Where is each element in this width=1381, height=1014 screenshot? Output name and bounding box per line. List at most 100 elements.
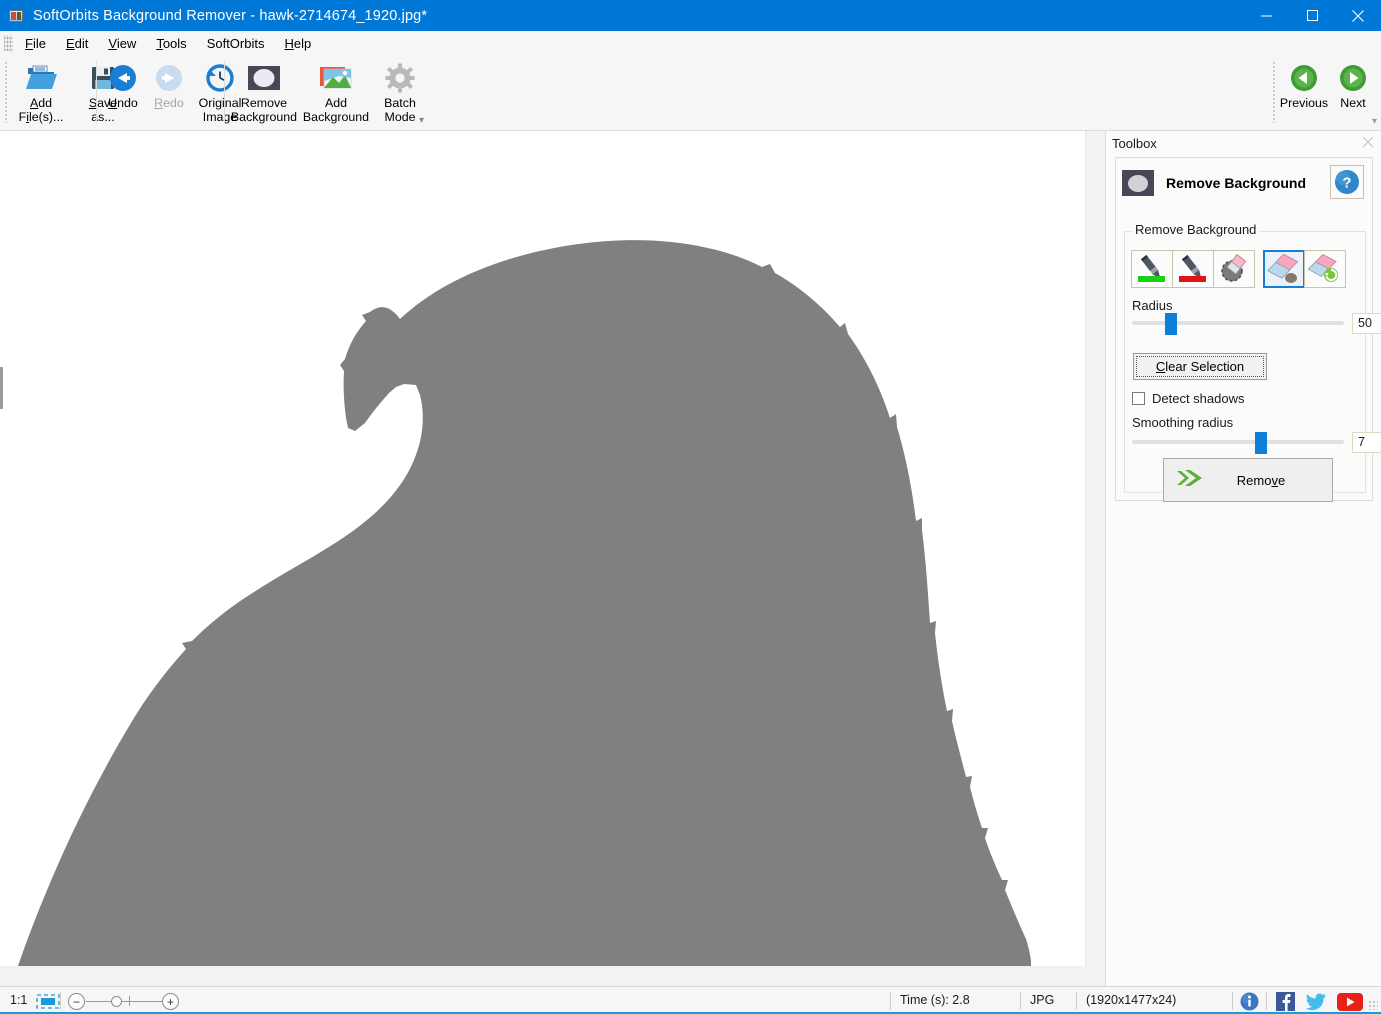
detect-shadows-checkbox[interactable] — [1132, 392, 1145, 405]
menu-item-tools[interactable]: Tools — [146, 33, 196, 54]
toolbar-drag-grip[interactable] — [4, 61, 9, 123]
undo-label: Undo — [108, 96, 138, 110]
menu-item-edit[interactable]: Edit — [56, 33, 98, 54]
window-resize-grip[interactable] — [1368, 1000, 1378, 1010]
twitter-icon[interactable] — [1305, 992, 1327, 1011]
youtube-icon[interactable] — [1337, 993, 1363, 1011]
remove-background-button[interactable]: Remove Background — [228, 57, 300, 129]
eraser-circle-icon — [1221, 254, 1247, 282]
zoom-in-button[interactable]: + — [162, 993, 179, 1010]
zoom-slider-control[interactable]: − + — [66, 991, 181, 1013]
detect-shadows-checkbox-row[interactable]: Detect shadows — [1132, 391, 1245, 406]
open-folder-icon — [25, 61, 57, 95]
smoothing-radius-slider-track[interactable] — [1132, 440, 1344, 444]
smoothing-radius-slider-thumb[interactable] — [1255, 432, 1267, 454]
smoothing-radius-label: Smoothing radius — [1132, 415, 1234, 430]
zoom-out-button[interactable]: − — [68, 993, 85, 1010]
tool-title: Remove Background — [1166, 175, 1307, 191]
remove-button-label: Remove — [1236, 472, 1286, 488]
toolbox-close-icon[interactable] — [1361, 135, 1375, 149]
smoothing-radius-value-field[interactable]: 7 — [1352, 432, 1381, 453]
detect-shadows-label: Detect shadows — [1152, 391, 1245, 406]
help-button[interactable]: ? — [1330, 165, 1364, 199]
canvas-gutter-bottom — [0, 966, 1105, 986]
menu-item-view-label: iew — [116, 35, 137, 51]
remove-background-icon — [247, 61, 281, 95]
fit-to-window-icon[interactable] — [36, 994, 60, 1009]
facebook-icon[interactable] — [1276, 992, 1295, 1011]
menu-drag-grip[interactable] — [4, 35, 13, 51]
remove-background-icon — [1122, 170, 1154, 196]
zoom-ratio-label: 1:1 — [10, 993, 28, 1007]
maximize-button[interactable] — [1289, 0, 1335, 31]
red-marker-icon — [1179, 254, 1206, 282]
radius-slider-thumb[interactable] — [1165, 313, 1177, 335]
toolbox-header: Toolbox — [1106, 131, 1381, 155]
menu-item-file-label: ile — [32, 35, 46, 51]
tool-buttons-row — [1131, 250, 1346, 288]
green-double-arrow-icon — [1176, 467, 1206, 494]
magic-eraser-tool-button[interactable] — [1263, 250, 1305, 288]
help-icon: ? — [1335, 170, 1359, 194]
svg-text:?: ? — [1342, 175, 1351, 192]
previous-button[interactable]: Previous — [1278, 57, 1330, 129]
undo-arrow-icon — [108, 61, 138, 95]
add-files-button[interactable]: Add File(s)... — [10, 57, 72, 129]
toolbox-title: Toolbox — [1112, 135, 1157, 151]
next-arrow-icon — [1338, 61, 1368, 95]
zoom-slider-tick — [129, 996, 130, 1006]
undo-button[interactable]: Undo — [100, 57, 146, 129]
hawk-silhouette-image[interactable] — [0, 131, 1085, 966]
add-background-icon — [319, 61, 353, 95]
next-button[interactable]: Next — [1330, 57, 1376, 129]
mark-foreground-tool-button[interactable] — [1131, 250, 1173, 288]
restore-eraser-icon — [1308, 254, 1338, 282]
menu-bar: File Edit View Tools SoftOrbits Help — [0, 31, 1381, 55]
zoom-slider-thumb[interactable] — [111, 996, 122, 1007]
green-marker-icon — [1138, 254, 1165, 282]
add-background-button[interactable]: Add Background — [300, 57, 372, 129]
canvas-gutter-right — [1085, 131, 1105, 966]
menu-item-view[interactable]: View — [98, 33, 146, 54]
window-controls — [1243, 0, 1381, 31]
clear-selection-button[interactable]: Clear Selection — [1133, 353, 1267, 380]
toolbar-overflow-chevron-right[interactable]: ▾ — [1372, 116, 1377, 127]
menu-item-help-label: elp — [293, 35, 312, 51]
menu-item-help[interactable]: Help — [274, 33, 321, 54]
redo-button[interactable]: Redo — [146, 57, 192, 129]
previous-label: Previous — [1279, 96, 1329, 110]
next-label: Next — [1340, 96, 1366, 110]
add-files-label: Add File(s)... — [18, 96, 64, 124]
toolbar-group-history: Undo Redo Original Image — [100, 57, 248, 129]
redo-label: Redo — [154, 96, 184, 110]
mark-background-tool-button[interactable] — [1172, 250, 1214, 288]
toolbar-group-background: Remove Background Add Background Batch M… — [228, 57, 428, 129]
remove-button[interactable]: Remove — [1163, 458, 1333, 502]
image-dimensions-label: (1920x1477x24) — [1086, 993, 1177, 1007]
title-bar: SoftOrbits Background Remover - hawk-271… — [0, 0, 1381, 31]
add-background-label: Add Background — [302, 96, 370, 124]
radius-label: Radius — [1132, 298, 1173, 313]
radius-slider-track[interactable] — [1132, 321, 1344, 325]
menu-item-softorbits[interactable]: SoftOrbits — [197, 33, 275, 54]
menu-item-edit-label: dit — [74, 35, 89, 51]
remove-background-tool-panel: Remove Background ? Remove Background Ra… — [1115, 157, 1381, 502]
menu-item-file[interactable]: File — [15, 33, 56, 54]
minimize-button[interactable] — [1243, 0, 1289, 31]
redo-arrow-icon — [154, 61, 184, 95]
restore-eraser-tool-button[interactable] — [1304, 250, 1346, 288]
menu-item-tools-label: ools — [162, 35, 187, 51]
canvas-left-edge-marker — [0, 367, 3, 409]
batch-mode-label: Batch Mode — [384, 96, 416, 124]
status-bar: 1:1 − + Time (s): 2.8 JPG (1920x1477x24) — [0, 986, 1381, 1014]
image-canvas[interactable] — [0, 131, 1085, 966]
app-icon — [9, 8, 25, 24]
radius-value-field[interactable]: 50 — [1352, 313, 1381, 334]
magic-eraser-icon — [1267, 254, 1299, 283]
info-icon[interactable] — [1240, 992, 1259, 1011]
processing-time-label: Time (s): 2.8 — [900, 993, 970, 1007]
close-button[interactable] — [1335, 0, 1381, 31]
eraser-tool-button[interactable] — [1213, 250, 1255, 288]
gear-icon — [385, 61, 415, 95]
toolbar-overflow-chevron[interactable]: ▾ — [419, 115, 424, 126]
